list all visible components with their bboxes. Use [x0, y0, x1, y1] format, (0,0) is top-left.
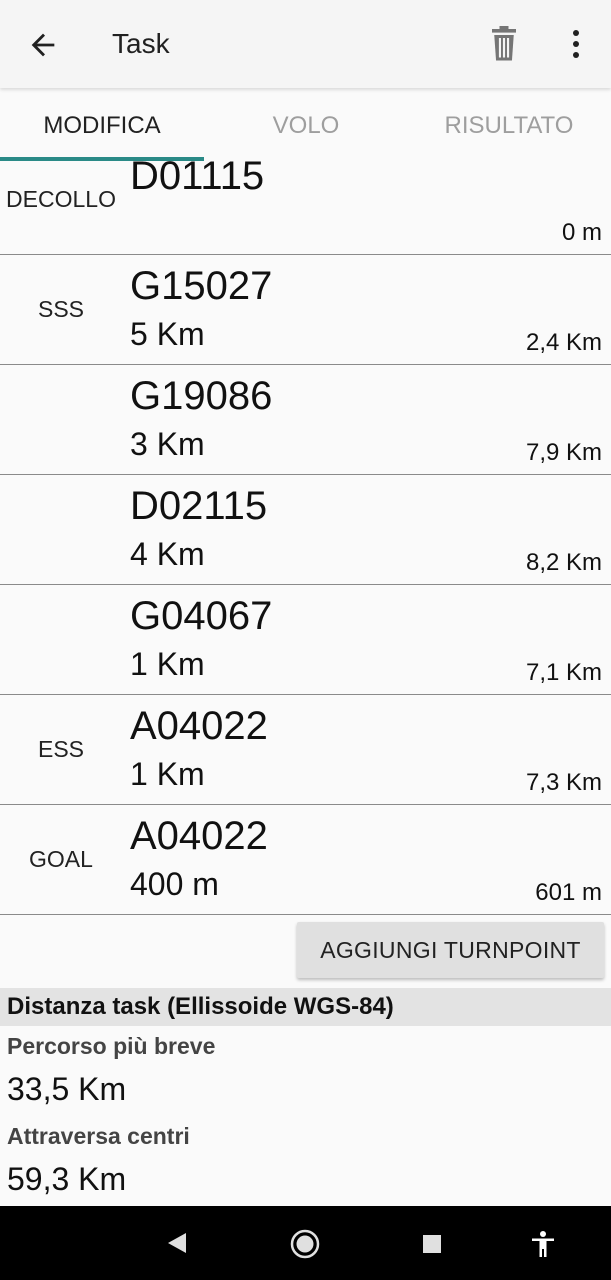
turnpoint-type: GOAL [29, 846, 93, 872]
turnpoint-distance: 8,2 Km [525, 549, 602, 576]
turnpoint-distance: 601 m [535, 879, 602, 906]
turnpoint-code: D01115 [130, 154, 265, 198]
turnpoint-radius: 5 Km [130, 316, 205, 352]
page-title: Task [112, 28, 170, 59]
turnpoint-distance: 7,1 Km [525, 659, 602, 686]
nav-recents-icon[interactable] [422, 1234, 442, 1254]
turnpoint-row[interactable]: ESS A04022 1 Km 7,3 Km [0, 694, 611, 805]
turnpoint-code: G15027 [130, 264, 273, 308]
tab-modifica[interactable]: MODIFICA [0, 112, 204, 140]
turnpoint-row[interactable]: G04067 1 Km 7,1 Km [0, 584, 611, 695]
turnpoint-type: ESS [37, 736, 85, 762]
turnpoint-radius: 3 Km [130, 426, 205, 462]
tab-volo[interactable]: VOLO [204, 112, 408, 140]
arrow-left-icon[interactable] [26, 28, 60, 62]
accessibility-icon[interactable] [530, 1230, 556, 1258]
turnpoint-distance: 7,9 Km [525, 439, 602, 466]
turnpoint-code: G04067 [130, 594, 273, 638]
nav-home-icon[interactable] [290, 1229, 320, 1259]
trash-icon[interactable] [486, 24, 522, 64]
summary-heading: Distanza task (Ellissoide WGS-84) [7, 993, 394, 1020]
turnpoint-row[interactable]: D02115 4 Km 8,2 Km [0, 474, 611, 585]
turnpoint-row[interactable]: GOAL A04022 400 m 601 m [0, 804, 611, 915]
turnpoint-distance: 0 m [561, 219, 602, 246]
turnpoint-radius: 1 Km [130, 646, 205, 682]
turnpoint-distance: 7,3 Km [525, 769, 602, 796]
shortest-path-value: 33,5 Km [7, 1071, 127, 1107]
turnpoint-code: A04022 [130, 704, 268, 748]
shortest-path-label: Percorso più breve [7, 1033, 216, 1059]
turnpoint-radius: 1 Km [130, 756, 205, 792]
through-centers-label: Attraversa centri [7, 1123, 190, 1149]
app-bar: Task [0, 0, 611, 88]
turnpoint-type: SSS [37, 296, 85, 322]
nav-back-icon[interactable] [166, 1231, 188, 1255]
turnpoint-row[interactable]: SSS G15027 5 Km 2,4 Km [0, 254, 611, 365]
turnpoint-type: DECOLLO [6, 186, 116, 212]
turnpoint-distance: 2,4 Km [525, 329, 602, 356]
turnpoint-radius: 400 m [130, 866, 219, 902]
turnpoint-code: G19086 [130, 374, 273, 418]
turnpoint-radius: 4 Km [130, 536, 205, 572]
turnpoint-code: A04022 [130, 814, 268, 858]
turnpoint-row[interactable]: G19086 3 Km 7,9 Km [0, 364, 611, 475]
summary-header: Distanza task (Ellissoide WGS-84) [0, 988, 611, 1026]
add-turnpoint-button[interactable]: AGGIUNGI TURNPOINT [297, 922, 604, 978]
tab-risultato[interactable]: RISULTATO [407, 112, 611, 140]
through-centers-value: 59,3 Km [7, 1161, 127, 1197]
turnpoint-code: D02115 [130, 484, 268, 528]
more-vertical-icon[interactable] [563, 28, 589, 62]
turnpoint-row[interactable]: DECOLLO D01115 0 m [0, 144, 611, 255]
system-nav-bar [0, 1206, 611, 1280]
